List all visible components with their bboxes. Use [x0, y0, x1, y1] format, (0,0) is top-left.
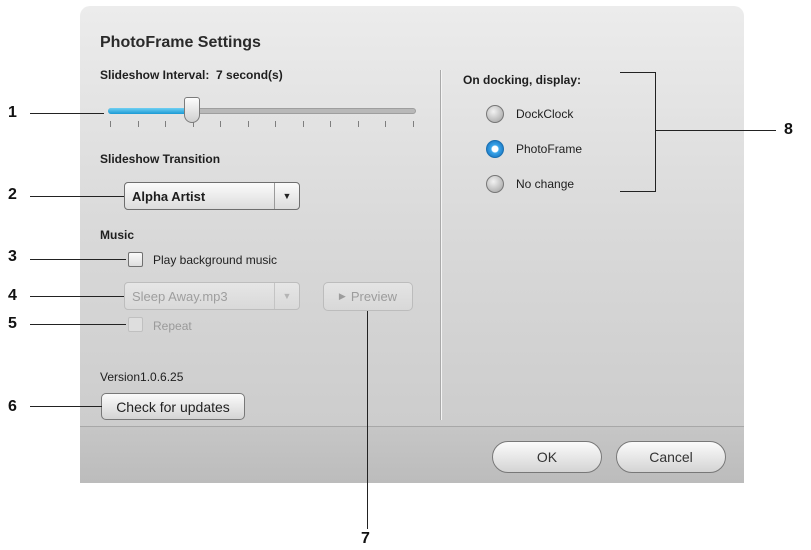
- play-music-checkbox[interactable]: [128, 252, 143, 267]
- version-text: Version1.0.6.25: [100, 370, 184, 384]
- callout-5: 5: [8, 315, 17, 332]
- slider-tick: [275, 121, 276, 127]
- music-file-value: Sleep Away.mp3: [132, 288, 228, 304]
- transition-selected: Alpha Artist: [132, 188, 206, 204]
- callout-3-line: [30, 259, 126, 260]
- slider-tick: [302, 121, 304, 127]
- radio-dockclock[interactable]: [486, 105, 504, 123]
- music-heading: Music: [100, 228, 135, 242]
- dialog-title: PhotoFrame Settings: [100, 34, 261, 51]
- slider-tick: [110, 121, 111, 127]
- play-icon: ▶: [338, 291, 346, 301]
- slider-tick: [330, 121, 331, 127]
- transition-heading: Slideshow Transition: [100, 152, 221, 166]
- callout-8: 8: [784, 121, 793, 138]
- slider-tick: [220, 121, 221, 127]
- slider-tick: [357, 121, 359, 127]
- cancel-button[interactable]: Cancel: [616, 441, 726, 473]
- callout-4-line: [30, 296, 124, 297]
- callout-5-line: [30, 324, 126, 325]
- check-updates-button[interactable]: Check for updates: [101, 393, 245, 420]
- play-music-label: Play background music: [153, 253, 278, 267]
- slider-tick: [247, 121, 249, 127]
- radio-photoframe-label: PhotoFrame: [516, 142, 583, 156]
- ok-button[interactable]: OK: [492, 441, 602, 473]
- docking-heading: On docking, display:: [463, 73, 582, 87]
- slider-tick: [385, 121, 386, 127]
- repeat-label: Repeat: [153, 319, 192, 333]
- slider-tick: [412, 121, 414, 127]
- callout-4: 4: [8, 287, 17, 304]
- interval-value: 7 second(s): [216, 68, 283, 82]
- callout-2-line: [30, 196, 124, 197]
- preview-button[interactable]: ▶ Preview: [323, 282, 413, 311]
- callout-7: 7: [361, 530, 370, 547]
- triangle-down-icon: ▼: [274, 183, 299, 209]
- triangle-down-icon: ▼: [274, 283, 299, 309]
- callout-8-bracket: [620, 72, 656, 192]
- repeat-checkbox[interactable]: [128, 317, 143, 332]
- callout-3: 3: [8, 248, 17, 265]
- callout-1-line: [30, 113, 104, 114]
- music-file-dropdown[interactable]: Sleep Away.mp3 ▼: [124, 282, 300, 310]
- radio-no-change-label: No change: [516, 177, 575, 191]
- radio-photoframe[interactable]: [486, 140, 504, 158]
- callout-8-line: [656, 130, 776, 131]
- transition-dropdown[interactable]: Alpha Artist ▼: [124, 182, 300, 210]
- slider-tick: [137, 121, 139, 127]
- preview-label: Preview: [350, 289, 398, 304]
- radio-no-change[interactable]: [486, 175, 504, 193]
- slider-tick: [165, 121, 166, 127]
- callout-7-line: [367, 311, 368, 529]
- callout-2: 2: [8, 186, 17, 203]
- callout-6-line: [30, 406, 102, 407]
- interval-slider-fill: [108, 108, 194, 114]
- radio-dockclock-label: DockClock: [516, 107, 574, 121]
- interval-label: Slideshow Interval: 7 second(s): [100, 68, 283, 82]
- callout-1: 1: [8, 104, 17, 121]
- interval-slider-thumb[interactable]: [184, 97, 200, 123]
- callout-6: 6: [8, 398, 17, 415]
- column-divider: [440, 70, 441, 420]
